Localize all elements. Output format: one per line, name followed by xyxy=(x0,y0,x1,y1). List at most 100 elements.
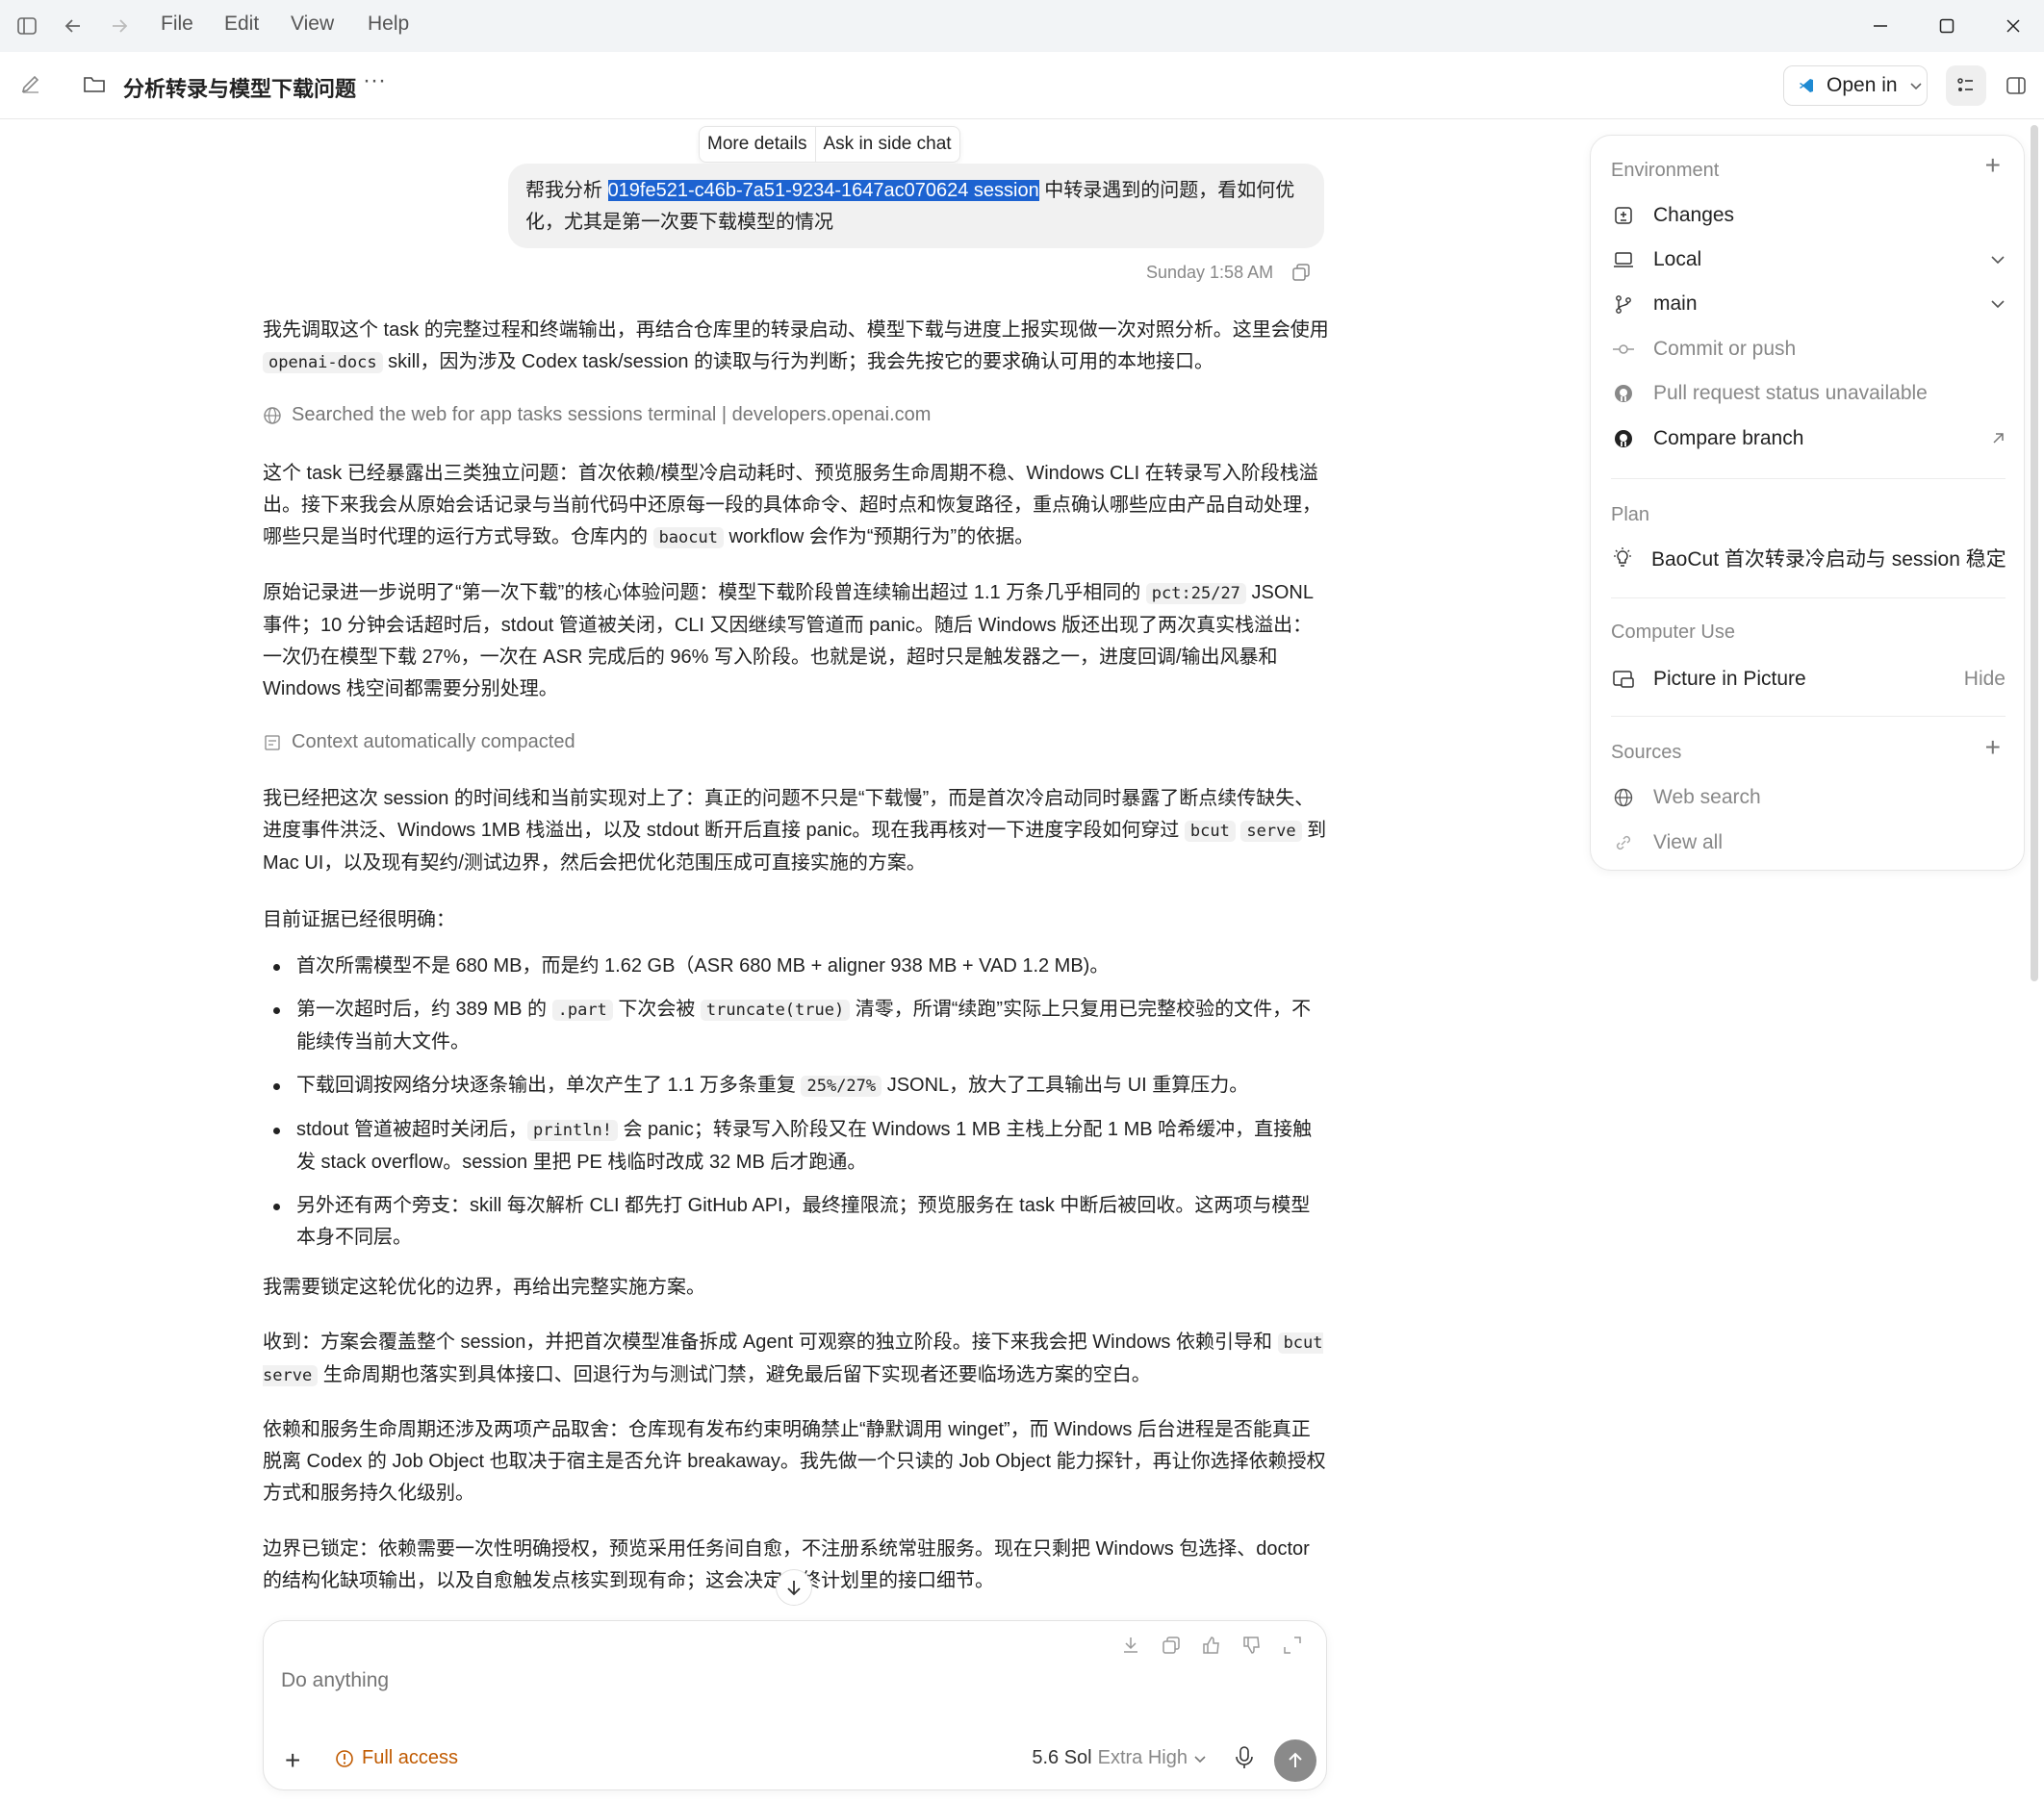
hide-button[interactable]: Hide xyxy=(1964,668,2006,691)
ask-side-chat-button[interactable]: Ask in side chat xyxy=(816,134,959,155)
model-selector[interactable]: 5.6 Sol Extra High xyxy=(1032,1747,1207,1769)
git-branch-icon xyxy=(1611,292,1636,317)
changes-item[interactable]: Changes xyxy=(1611,196,2006,235)
sidebar-toggle-icon[interactable] xyxy=(13,13,40,39)
changes-label: Changes xyxy=(1653,204,1735,226)
assistant-paragraph: 原始记录进一步说明了“第一次下载”的核心体验问题：模型下载阶段曾连续输出超过 1… xyxy=(263,582,1314,699)
pip-item[interactable]: Picture in Picture Hide xyxy=(1611,660,2006,698)
link-icon xyxy=(1611,830,1636,855)
plan-item-label: BaoCut 首次转录冷启动与 session 稳定 xyxy=(1651,548,2006,571)
access-level-button[interactable]: Full access xyxy=(335,1747,458,1769)
list-item: 第一次超时后，约 389 MB 的 .part 下次会被 truncate(tr… xyxy=(263,994,1329,1058)
external-link-icon xyxy=(1990,431,2006,446)
compare-branch-item[interactable]: Compare branch xyxy=(1611,419,2006,458)
assistant-paragraph: 目前证据已经很明确： xyxy=(263,909,455,930)
plan-item[interactable]: BaoCut 首次转录冷启动与 session 稳定 xyxy=(1611,539,2006,577)
view-all-item[interactable]: View all xyxy=(1611,824,2006,862)
add-environment-button[interactable]: + xyxy=(1985,150,2001,181)
inline-code: 25%/27% xyxy=(801,1076,882,1097)
scroll-to-bottom-button[interactable] xyxy=(776,1569,812,1606)
title-bar: File Edit View Help xyxy=(0,0,2044,52)
assistant-paragraph: 依赖和服务生命周期还涉及两项产品取舍：仓库现有发布约束明确禁止“静默调用 win… xyxy=(263,1419,1326,1504)
panel-toggle-button[interactable] xyxy=(1996,65,2036,106)
branch-item[interactable]: main xyxy=(1611,285,2006,323)
inline-code: serve xyxy=(1240,821,1302,842)
list-item: 下载回调按网络分块逐条输出，单次产生了 1.1 万多条重复 25%/27% JS… xyxy=(263,1070,1329,1103)
assistant-paragraph: 我已经把这次 session 的时间线和当前实现对上了：真正的问题不只是“下载慢… xyxy=(263,788,1327,874)
thumbs-down-icon[interactable] xyxy=(1241,1635,1263,1656)
menu-edit[interactable]: Edit xyxy=(224,13,259,36)
download-icon[interactable] xyxy=(1120,1635,1141,1656)
menu-file[interactable]: File xyxy=(161,13,193,36)
user-message: 帮我分析 019fe521-c46b-7a51-9234-1647ac07062… xyxy=(508,164,1324,248)
inline-code: baocut xyxy=(652,527,724,548)
list-icon xyxy=(1957,78,1973,91)
close-button[interactable] xyxy=(1999,12,2028,40)
message-actions xyxy=(1120,1635,1303,1656)
commit-label: Commit or push xyxy=(1653,338,1797,360)
assistant-paragraph: 这个 task 已经暴露出三类独立问题：首次依赖/模型冷启动耗时、预览服务生命周… xyxy=(263,463,1321,548)
globe-icon xyxy=(1611,785,1636,810)
access-label: Full access xyxy=(362,1747,459,1768)
globe-icon xyxy=(264,406,281,424)
assistant-paragraph: 我先调取这个 task 的完整过程和终端输出，再结合仓库里的转录启动、模型下载与… xyxy=(263,319,1329,373)
scrollbar[interactable] xyxy=(2031,125,2038,981)
minimize-button[interactable] xyxy=(1866,12,1895,40)
selected-text[interactable]: 019fe521-c46b-7a51-9234-1647ac070624 ses… xyxy=(607,180,1039,201)
branch-label: main xyxy=(1653,292,1698,315)
diff-icon xyxy=(1611,203,1636,228)
list-item: 首次所需模型不是 680 MB，而是约 1.62 GB（ASR 680 MB +… xyxy=(263,951,1329,982)
composer-toolbar: + Full access 5.6 Sol Extra High xyxy=(264,1732,1326,1789)
plan-heading: Plan xyxy=(1611,504,1650,525)
microphone-button[interactable] xyxy=(1234,1745,1255,1775)
inline-code: truncate(true) xyxy=(700,1000,851,1021)
chevron-down-icon xyxy=(1909,83,1922,90)
pr-status-label: Pull request status unavailable xyxy=(1653,382,1928,404)
web-search-status[interactable]: Searched the web for app tasks sessions … xyxy=(263,404,931,426)
web-search-item[interactable]: Web search xyxy=(1611,778,2006,817)
back-arrow-icon[interactable] xyxy=(60,13,87,39)
composer-input[interactable] xyxy=(281,1669,1243,1692)
lightbulb-icon xyxy=(1611,546,1634,571)
task-header: 分析转录与模型下载问题 ··· Open in xyxy=(0,52,2044,119)
arrow-down-icon xyxy=(787,1581,801,1596)
chevron-down-icon xyxy=(1990,252,2006,267)
compact-icon xyxy=(265,734,280,750)
open-in-button[interactable]: Open in xyxy=(1783,65,1928,106)
composer: + Full access 5.6 Sol Extra High xyxy=(263,1620,1327,1790)
inline-code: openai-docs xyxy=(263,352,383,373)
more-options-button[interactable]: ··· xyxy=(363,67,386,94)
reasoning-effort: Extra High xyxy=(1097,1747,1188,1768)
sources-heading: Sources xyxy=(1611,742,1682,763)
copy-icon[interactable] xyxy=(1290,262,1312,283)
compact-status-text: Context automatically compacted xyxy=(292,731,575,752)
github-icon xyxy=(1611,381,1636,406)
arrow-up-icon xyxy=(1289,1752,1302,1767)
forward-arrow-icon[interactable] xyxy=(106,13,133,39)
thumbs-up-icon[interactable] xyxy=(1201,1635,1222,1656)
add-source-button[interactable]: + xyxy=(1985,732,2001,763)
more-details-button[interactable]: More details xyxy=(700,134,815,155)
environment-heading: Environment xyxy=(1611,160,1720,181)
inline-code: println! xyxy=(527,1120,618,1141)
pr-status-item: Pull request status unavailable xyxy=(1611,374,2006,413)
commit-icon xyxy=(1611,337,1636,362)
evidence-list: 首次所需模型不是 680 MB，而是约 1.62 GB（ASR 680 MB +… xyxy=(263,951,1329,1265)
menu-view[interactable]: View xyxy=(291,13,334,36)
add-attachment-button[interactable]: + xyxy=(285,1745,300,1776)
local-item[interactable]: Local xyxy=(1611,241,2006,279)
send-button[interactable] xyxy=(1274,1739,1316,1782)
commit-item[interactable]: Commit or push xyxy=(1611,330,2006,368)
task-title: 分析转录与模型下载问题 xyxy=(123,77,357,101)
divider xyxy=(1611,716,2006,717)
maximize-button[interactable] xyxy=(1932,12,1961,40)
context-compacted-status: Context automatically compacted xyxy=(263,731,575,753)
task-list-button[interactable] xyxy=(1946,65,1986,106)
menu-help[interactable]: Help xyxy=(368,13,409,36)
laptop-icon xyxy=(1611,247,1636,272)
expand-icon[interactable] xyxy=(1282,1635,1303,1656)
panel-icon xyxy=(2006,77,2026,94)
copy-icon[interactable] xyxy=(1161,1635,1182,1656)
chevron-down-icon xyxy=(1194,1755,1206,1763)
new-chat-icon[interactable] xyxy=(19,72,42,100)
